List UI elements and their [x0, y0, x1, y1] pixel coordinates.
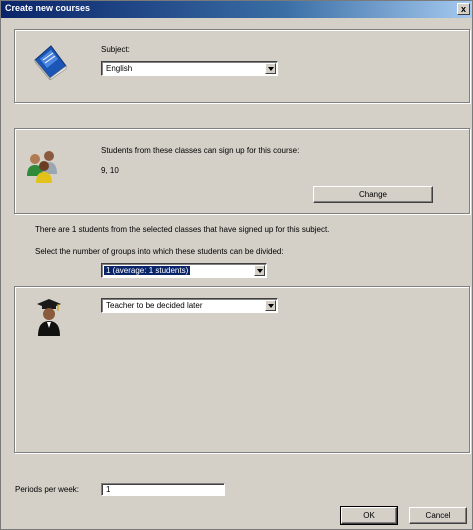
teacher-select-value: Teacher to be decided later: [106, 301, 203, 310]
subject-select-value: English: [106, 64, 133, 73]
ok-button[interactable]: OK: [340, 506, 398, 525]
teacher-select[interactable]: Teacher to be decided later: [101, 298, 278, 313]
periods-label: Periods per week:: [15, 485, 80, 494]
groups-label: Select the number of groups into which t…: [35, 247, 284, 256]
subject-label: Subject:: [101, 45, 130, 54]
window-title: Create new courses: [5, 3, 91, 13]
periods-per-week-value: 1: [106, 485, 111, 494]
create-courses-dialog: Create new courses x Subject: English St…: [0, 0, 473, 530]
cancel-button[interactable]: Cancel: [409, 507, 467, 524]
teacher-panel: Teacher to be decided later: [14, 286, 470, 453]
subject-panel: Subject: English: [14, 29, 470, 103]
signup-info-text: There are 1 students from the selected c…: [35, 225, 330, 234]
change-classes-button[interactable]: Change: [313, 186, 433, 203]
students-group-icon: [25, 148, 61, 186]
chevron-down-icon[interactable]: [265, 63, 276, 74]
groups-select-value: 1 (average: 1 students): [104, 266, 191, 275]
periods-per-week-input[interactable]: 1: [101, 483, 225, 496]
close-button[interactable]: x: [457, 3, 470, 15]
classes-value: 9, 10: [101, 166, 119, 175]
book-icon: [31, 44, 69, 82]
groups-select[interactable]: 1 (average: 1 students): [101, 263, 267, 278]
chevron-down-icon[interactable]: [254, 265, 265, 276]
classes-panel: Students from these classes can sign up …: [14, 128, 470, 214]
graduate-teacher-icon: [36, 298, 62, 338]
classes-description: Students from these classes can sign up …: [101, 146, 300, 155]
title-bar[interactable]: Create new courses x: [1, 1, 472, 18]
subject-select[interactable]: English: [101, 61, 278, 76]
chevron-down-icon[interactable]: [265, 300, 276, 311]
